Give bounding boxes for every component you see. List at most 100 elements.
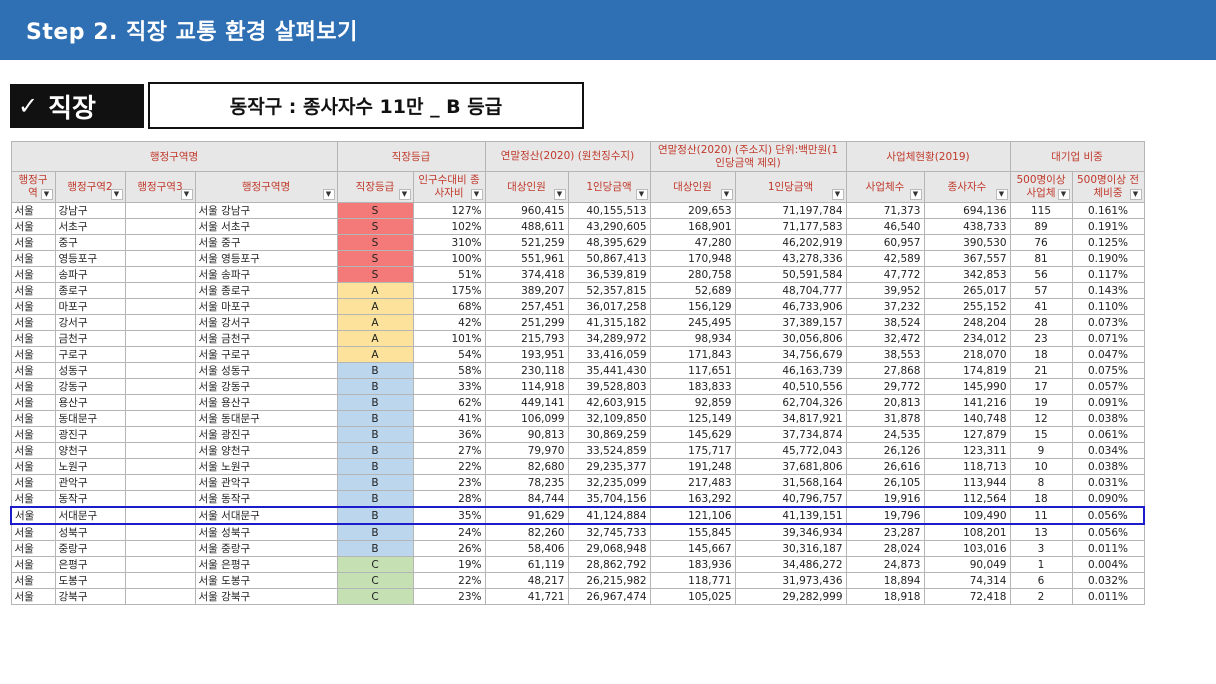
table-cell: 22% (412, 572, 486, 589)
table-cell: 21 (1009, 362, 1073, 379)
filter-dropdown-icon[interactable]: ▼ (553, 189, 566, 200)
table-cell (124, 234, 196, 251)
table-cell: 0.056% (1071, 523, 1145, 541)
filter-dropdown-icon[interactable]: ▼ (720, 189, 733, 200)
table-row[interactable]: 서울 성동구 서울 성동구 B 58% 230,118 35,441,430 117,651 4… (10, 362, 1145, 379)
table-cell: 79,970 (484, 442, 569, 459)
table-cell: 60,957 (845, 234, 925, 251)
workplace-table: 행정구역명 직장등급 연말정산(2020) (원천징수지) 연말정산(2020)… (10, 141, 1145, 605)
table-row[interactable]: 서울 마포구 서울 마포구 A 68% 257,451 36,017,258 156,129 4… (10, 298, 1145, 315)
table-cell (124, 523, 196, 541)
table-cell: 서울 마포구 (194, 298, 338, 315)
table-cell: 48,395,629 (567, 234, 651, 251)
table-row[interactable]: 서울 성북구 서울 성북구 B 24% 82,260 32,745,733 155,845 39… (10, 523, 1145, 541)
table-cell: 62% (412, 394, 486, 411)
table-row[interactable]: 서울 서대문구 서울 서대문구 B 35% 91,629 41,124,884 121,106… (10, 506, 1145, 525)
column-header: 종사자수 ▼ (923, 171, 1011, 203)
table-row[interactable]: 서울 강동구 서울 강동구 B 33% 114,918 39,528,803 183,833 4… (10, 378, 1145, 395)
table-cell: 서울 동대문구 (194, 410, 338, 427)
table-row[interactable]: 서울 중랑구 서울 중랑구 B 26% 58,406 29,068,948 145,667 30… (10, 540, 1145, 557)
table-cell: 0.061% (1071, 426, 1145, 443)
table-cell: 37,232 (845, 298, 925, 315)
table-cell: 114,918 (484, 378, 569, 395)
table-row[interactable]: 서울 은평구 서울 은평구 C 19% 61,119 28,862,792 183,936 34… (10, 556, 1145, 573)
table-cell: 30,869,259 (567, 426, 651, 443)
table-cell: 145,629 (649, 426, 736, 443)
table-cell: 17 (1009, 378, 1073, 395)
table-cell: 265,017 (923, 282, 1011, 299)
filter-dropdown-icon[interactable]: ▼ (180, 189, 193, 200)
table-row[interactable]: 서울 구로구 서울 구로구 A 54% 193,951 33,416,059 171,843 3… (10, 346, 1145, 363)
group-header-tax-address: 연말정산(2020) (주소지) 단위:백만원(1인당금액 제외) (649, 141, 847, 172)
column-header-row: 행정구역 ▼ 행정구역2 ▼ 행정구역3 ▼ 행정구역명 ▼ 직장등급 ▼ 인구수대비 종사자비 ▼ 대… (10, 171, 1145, 203)
table-cell: 40,510,556 (734, 378, 847, 395)
filter-dropdown-icon[interactable]: ▼ (470, 189, 483, 200)
table-row[interactable]: 서울 금천구 서울 금천구 A 101% 215,793 34,289,972 98,934 3… (10, 330, 1145, 347)
table-cell: 서울 (10, 410, 56, 427)
table-cell: 694,136 (923, 202, 1011, 219)
table-cell: 374,418 (484, 266, 569, 283)
section-badge: ✓ 직장 (10, 84, 144, 128)
filter-dropdown-icon[interactable]: ▼ (995, 189, 1008, 200)
table-cell (124, 540, 196, 557)
table-row[interactable]: 서울 영등포구 서울 영등포구 S 100% 551,961 50,867,413 170,9… (10, 250, 1145, 267)
table-cell: 42,589 (845, 250, 925, 267)
table-cell (124, 346, 196, 363)
table-cell: 서울 (10, 506, 56, 525)
column-header-label: 사업체수 (865, 180, 905, 193)
table-cell: 30,056,806 (734, 330, 847, 347)
table-row[interactable]: 서울 광진구 서울 광진구 B 36% 90,813 30,869,259 145,629 37… (10, 426, 1145, 443)
table-cell: 서울 (10, 540, 56, 557)
table-cell: 46,202,919 (734, 234, 847, 251)
table-cell (124, 298, 196, 315)
group-header-large-firm: 대기업 비중 (1009, 141, 1145, 172)
table-row[interactable]: 서울 동대문구 서울 동대문구 B 41% 106,099 32,109,850 125,14… (10, 410, 1145, 427)
table-cell (124, 474, 196, 491)
filter-dropdown-icon[interactable]: ▼ (909, 189, 922, 200)
table-cell: 37,681,806 (734, 458, 847, 475)
table-row[interactable]: 서울 서초구 서울 서초구 S 102% 488,611 43,290,605 168,901… (10, 218, 1145, 235)
table-cell: 37,389,157 (734, 314, 847, 331)
table-row[interactable]: 서울 강서구 서울 강서구 A 42% 251,299 41,315,182 245,495 3… (10, 314, 1145, 331)
table-row[interactable]: 서울 노원구 서울 노원구 B 22% 82,680 29,235,377 191,248 37… (10, 458, 1145, 475)
table-cell: 0.032% (1071, 572, 1145, 589)
filter-dropdown-icon[interactable]: ▼ (1129, 189, 1142, 200)
table-cell: 40,155,513 (567, 202, 651, 219)
filter-dropdown-icon[interactable]: ▼ (110, 189, 123, 200)
table-cell: 34,486,272 (734, 556, 847, 573)
table-row[interactable]: 서울 송파구 서울 송파구 S 51% 374,418 36,539,819 280,758 5… (10, 266, 1145, 283)
table-cell: 24,535 (845, 426, 925, 443)
filter-dropdown-icon[interactable]: ▼ (1057, 189, 1070, 200)
table-cell: S (336, 266, 414, 283)
table-row[interactable]: 서울 양천구 서울 양천구 B 27% 79,970 33,524,859 175,717 45… (10, 442, 1145, 459)
table-cell: 92,859 (649, 394, 736, 411)
table-row[interactable]: 서울 강북구 서울 강북구 C 23% 41,721 26,967,474 105,025 29… (10, 588, 1145, 605)
table-row[interactable]: 서울 도봉구 서울 도봉구 C 22% 48,217 26,215,982 118,771 31… (10, 572, 1145, 589)
table-cell: 0.190% (1071, 250, 1145, 267)
filter-dropdown-icon[interactable]: ▼ (831, 189, 844, 200)
table-cell: B (336, 378, 414, 395)
table-cell: 0.117% (1071, 266, 1145, 283)
table-row[interactable]: 서울 종로구 서울 종로구 A 175% 389,207 52,357,815 52,689 4… (10, 282, 1145, 299)
filter-dropdown-icon[interactable]: ▼ (322, 189, 335, 200)
table-row[interactable]: 서울 강남구 서울 강남구 S 127% 960,415 40,155,513 209,653… (10, 202, 1145, 219)
table-cell: 71,373 (845, 202, 925, 219)
table-cell: 234,012 (923, 330, 1011, 347)
table-cell: 18,894 (845, 572, 925, 589)
column-header: 인구수대비 종사자비 ▼ (412, 171, 486, 203)
column-header-label: 행정구역명 (241, 180, 291, 193)
table-row[interactable]: 서울 중구 서울 중구 S 310% 521,259 48,395,629 47,280 46,… (10, 234, 1145, 251)
table-cell: 0.031% (1071, 474, 1145, 491)
filter-dropdown-icon[interactable]: ▼ (635, 189, 648, 200)
table-row[interactable]: 서울 용산구 서울 용산구 B 62% 449,141 42,603,915 92,859 62… (10, 394, 1145, 411)
filter-dropdown-icon[interactable]: ▼ (40, 189, 53, 200)
table-cell: C (336, 556, 414, 573)
filter-dropdown-icon[interactable]: ▼ (398, 189, 411, 200)
column-header-label: 종사자수 (947, 180, 987, 193)
table-cell: 26,105 (845, 474, 925, 491)
table-cell: 71,197,784 (734, 202, 847, 219)
table-cell: A (336, 314, 414, 331)
table-row[interactable]: 서울 동작구 서울 동작구 B 28% 84,744 35,704,156 163,292 40… (10, 490, 1145, 508)
table-row[interactable]: 서울 관악구 서울 관악구 B 23% 78,235 32,235,099 217,483 31… (10, 474, 1145, 491)
table-cell: 193,951 (484, 346, 569, 363)
